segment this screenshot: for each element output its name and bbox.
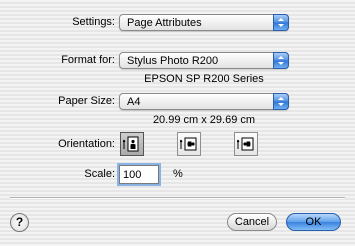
settings-popup[interactable]: Page Attributes: [119, 14, 289, 31]
cancel-button[interactable]: Cancel: [227, 213, 277, 231]
settings-label: Settings:: [72, 16, 115, 28]
orientation-portrait-button[interactable]: [120, 132, 144, 156]
question-mark-icon: ?: [15, 215, 24, 229]
settings-popup-value: Page Attributes: [127, 17, 202, 29]
scale-label: Scale:: [84, 168, 115, 180]
popup-arrows-icon: [273, 52, 289, 69]
orientation-label: Orientation:: [58, 138, 115, 150]
page-setup-dialog: Settings: Page Attributes Format for: St…: [0, 0, 355, 246]
paper-size-popup[interactable]: A4: [119, 93, 289, 110]
paper-size-popup-value: A4: [127, 96, 141, 108]
printer-description: EPSON SP R200 Series: [144, 73, 264, 85]
orientation-landscape-button[interactable]: [177, 132, 201, 156]
scale-input[interactable]: [117, 163, 161, 186]
landscape-icon: [180, 137, 197, 151]
paper-size-label: Paper Size:: [58, 95, 115, 107]
portrait-icon: [123, 136, 139, 152]
scale-unit: %: [173, 168, 183, 180]
format-for-popup-value: Stylus Photo R200: [127, 55, 219, 67]
orientation-reverse-landscape-button[interactable]: [234, 132, 258, 156]
help-button[interactable]: ?: [10, 213, 29, 232]
format-for-label: Format for:: [61, 54, 115, 66]
format-for-popup[interactable]: Stylus Photo R200: [119, 52, 289, 69]
paper-dimensions: 20.99 cm x 29.69 cm: [152, 114, 256, 126]
popup-arrows-icon: [273, 93, 289, 110]
reverse-landscape-icon: [237, 137, 254, 151]
ok-button[interactable]: OK: [286, 213, 341, 231]
popup-arrows-icon: [273, 14, 289, 31]
separator: [10, 197, 345, 199]
